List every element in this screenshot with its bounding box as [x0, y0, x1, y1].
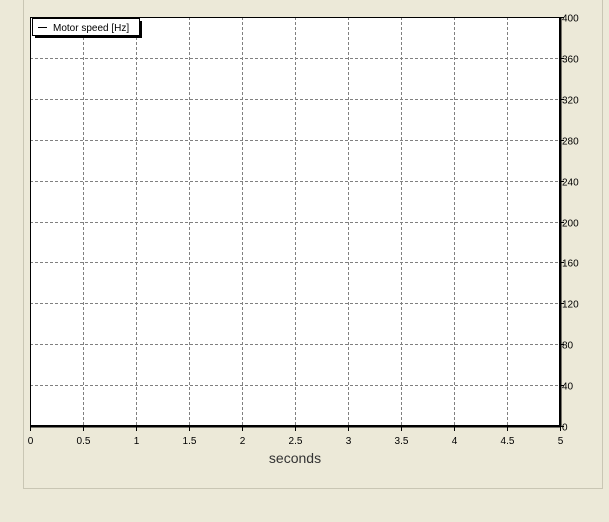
y-tick-label-2: 80 — [562, 341, 574, 352]
x-axis-label: seconds — [269, 450, 321, 466]
y-tick-label-9: 360 — [562, 55, 579, 66]
y-tick-label-6: 240 — [562, 178, 579, 189]
y-tick-label-4: 160 — [562, 259, 579, 270]
x-tick-label-5: 2.5 — [289, 436, 303, 447]
y-tick-label-1: 40 — [562, 382, 574, 393]
x-tick-label-9: 4.5 — [501, 436, 515, 447]
legend: Motor speed [Hz] — [32, 18, 142, 38]
x-tick-label-1: 0.5 — [77, 436, 91, 447]
y-tick-label-5: 200 — [562, 219, 579, 230]
x-tick-label-7: 3.5 — [395, 436, 409, 447]
x-tick-label-2: 1 — [134, 436, 140, 447]
x-tick-label-10: 5 — [558, 436, 564, 447]
y-tick-label-3: 120 — [562, 300, 579, 311]
y-tick-label-7: 280 — [562, 137, 579, 148]
y-tick-label-10: 400 — [562, 14, 579, 25]
x-tick-label-6: 3 — [346, 436, 352, 447]
x-tick-label-0: 0 — [28, 436, 34, 447]
y-tick-label-0: 0 — [562, 423, 568, 434]
legend-entry-motor-speed: Motor speed [Hz] — [53, 23, 129, 34]
x-tick-label-8: 4 — [452, 436, 458, 447]
x-tick-label-4: 2 — [240, 436, 246, 447]
x-tick-label-3: 1.5 — [183, 436, 197, 447]
motor-speed-chart: 0 0.5 1 1.5 2 2.5 3 3.5 4 4.5 5 0 40 80 120 160 200 240 28… — [28, 14, 579, 467]
y-tick-label-8: 320 — [562, 96, 579, 107]
